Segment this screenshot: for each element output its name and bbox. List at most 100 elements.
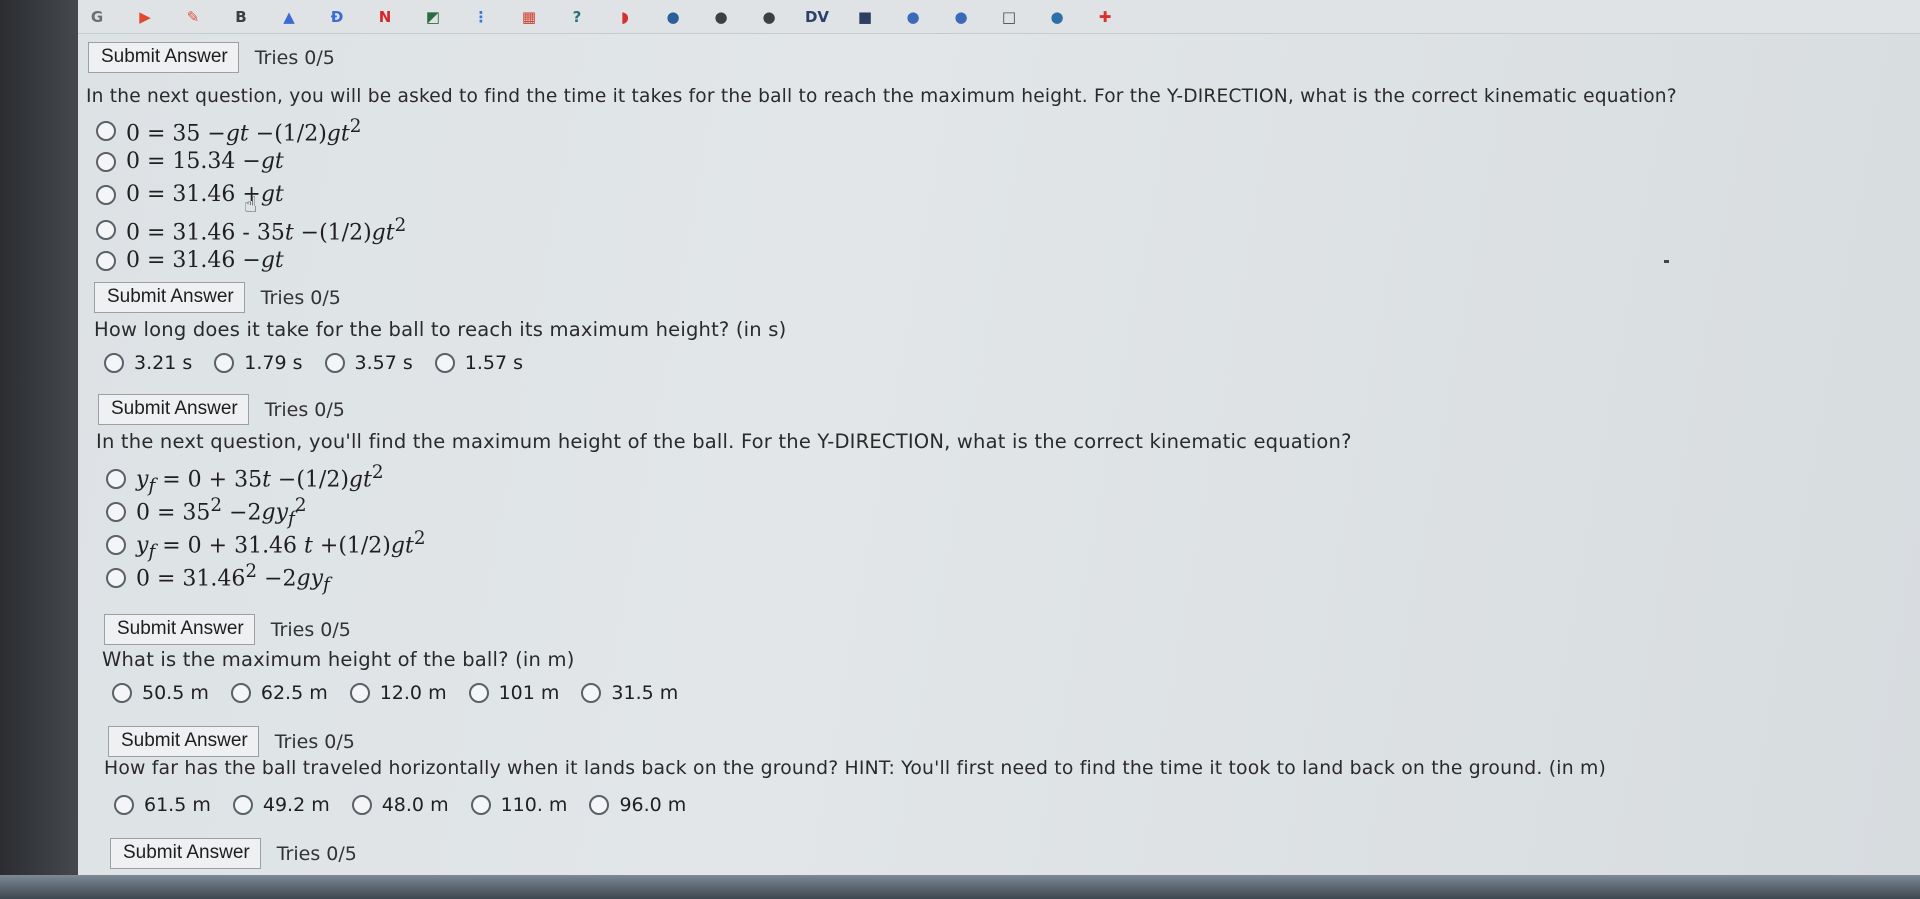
radio-button[interactable] bbox=[468, 683, 489, 703]
radio-button[interactable] bbox=[96, 250, 116, 271]
option-label: 1.57 s bbox=[464, 352, 523, 374]
radio-button[interactable] bbox=[106, 568, 126, 589]
option-label: 0 = 31.462 −2gyf bbox=[136, 561, 330, 596]
answer-option[interactable]: 1.79 s bbox=[214, 352, 303, 374]
radio-button[interactable] bbox=[214, 353, 235, 373]
option-label: 110. m bbox=[500, 794, 568, 816]
answer-option[interactable]: yf = 0 + 35t −(1/2)gt2 bbox=[106, 462, 384, 497]
bookmark-icon[interactable]: ● bbox=[948, 6, 974, 28]
answer-option[interactable]: 96.0 m bbox=[589, 794, 686, 816]
answer-option[interactable]: 61.5 m bbox=[114, 794, 211, 816]
answer-option[interactable]: 49.2 m bbox=[232, 794, 330, 816]
answer-option[interactable]: 50.5 m bbox=[112, 682, 209, 704]
radio-button[interactable] bbox=[96, 220, 116, 241]
radio-button[interactable] bbox=[351, 795, 372, 815]
bookmark-icon[interactable]: ✚ bbox=[1092, 6, 1118, 28]
bookmark-icon[interactable]: ? bbox=[564, 6, 590, 28]
answer-option[interactable]: 12.0 m bbox=[349, 682, 447, 704]
answer-option[interactable]: 0 = 15.34 −gt bbox=[96, 149, 284, 174]
radio-button[interactable] bbox=[232, 795, 253, 815]
answer-option[interactable]: 101 m bbox=[468, 682, 560, 704]
bookmarks-bar: G ▶ ✎ B ▲ Đ N ◩ ⋮ ▦? ◗ ● ● ● DV ■ ● ● □ ● ✚ bbox=[78, 0, 1920, 34]
answer-option[interactable]: 48.0 m bbox=[351, 794, 449, 816]
bookmark-icon[interactable]: ◩ bbox=[420, 6, 446, 28]
radio-button[interactable] bbox=[96, 151, 116, 172]
bookmark-icon[interactable]: ● bbox=[1044, 6, 1070, 28]
answer-option[interactable]: 0 = 352 −2gyf2 bbox=[106, 495, 307, 530]
answer-option[interactable]: 0 = 31.46 - 35t −(1/2)gt2 bbox=[96, 215, 406, 245]
answer-option[interactable]: 0 = 31.46 −gt bbox=[96, 248, 284, 273]
tries-counter: Tries 0/5 bbox=[260, 286, 341, 309]
radio-button[interactable] bbox=[434, 353, 455, 373]
question-4-text: What is the maximum height of the ball? … bbox=[102, 648, 575, 671]
answer-option[interactable]: yf = 0 + 31.46 t +(1/2)gt2 bbox=[106, 528, 426, 563]
radio-button[interactable] bbox=[106, 469, 126, 490]
problem-content: Submit Answer Tries 0/5 In the next ques… bbox=[78, 34, 1920, 875]
radio-button[interactable] bbox=[106, 535, 126, 556]
answer-option[interactable]: 62.5 m bbox=[230, 682, 328, 704]
bookmark-icon[interactable]: Đ bbox=[324, 6, 350, 28]
option-label: 49.2 m bbox=[262, 794, 330, 816]
bookmark-icon[interactable]: ● bbox=[708, 6, 734, 28]
answer-option[interactable]: 31.5 m bbox=[581, 682, 678, 704]
radio-button[interactable] bbox=[106, 502, 126, 523]
option-label: 31.5 m bbox=[611, 682, 679, 704]
option-label: 0 = 31.46 −gt bbox=[126, 248, 284, 273]
radio-button[interactable] bbox=[589, 795, 610, 815]
submit-row-3: Submit Answer Tries 0/5 bbox=[104, 614, 351, 645]
answer-option[interactable]: 0 = 35 −gt −(1/2)gt2 bbox=[96, 116, 361, 146]
tries-counter: Tries 0/5 bbox=[254, 46, 335, 69]
bookmark-icon[interactable]: □ bbox=[996, 6, 1022, 28]
radio-button[interactable] bbox=[114, 795, 134, 815]
radio-button[interactable] bbox=[96, 184, 116, 205]
submit-row-2: Submit Answer Tries 0/5 bbox=[98, 394, 345, 425]
answer-option[interactable]: 3.21 s bbox=[104, 352, 192, 374]
answer-option[interactable]: 3.57 s bbox=[324, 352, 413, 374]
submit-answer-button[interactable]: Submit Answer bbox=[88, 42, 239, 73]
option-label: 1.79 s bbox=[244, 352, 303, 374]
radio-button[interactable] bbox=[349, 683, 370, 703]
bookmark-icon[interactable]: ⋮ bbox=[468, 6, 494, 28]
question-1-text: In the next question, you will be asked … bbox=[86, 86, 1677, 107]
submit-answer-button[interactable]: Submit Answer bbox=[104, 614, 255, 645]
submit-answer-button[interactable]: Submit Answer bbox=[94, 282, 245, 313]
bookmark-icon[interactable]: ● bbox=[756, 6, 782, 28]
bookmark-icon[interactable]: ◗ bbox=[612, 6, 638, 28]
stray-mark bbox=[1664, 260, 1669, 263]
option-label: 101 m bbox=[498, 682, 560, 704]
radio-button[interactable] bbox=[324, 353, 345, 373]
question-5-options: 61.5 m 49.2 m 48.0 m 110. m 96.0 m bbox=[114, 794, 708, 816]
option-label: 0 = 35 −gt −(1/2)gt2 bbox=[126, 116, 362, 147]
answer-option[interactable]: 1.57 s bbox=[434, 352, 523, 374]
hand-cursor-icon: ☝ bbox=[244, 193, 258, 218]
radio-button[interactable] bbox=[581, 683, 602, 703]
submit-answer-button[interactable]: Submit Answer bbox=[110, 838, 261, 869]
bookmark-icon[interactable]: ✎ bbox=[180, 6, 206, 28]
browser-page: G ▶ ✎ B ▲ Đ N ◩ ⋮ ▦? ◗ ● ● ● DV ■ ● ● □ ● ✚ Submit Answer Tr… bbox=[78, 0, 1920, 875]
question-2-options: 3.21 s 1.79 s 3.57 s 1.57 s bbox=[104, 352, 545, 374]
radio-button[interactable] bbox=[112, 683, 132, 703]
radio-button[interactable] bbox=[230, 683, 251, 703]
bookmark-icon[interactable]: DV bbox=[804, 6, 830, 28]
tries-counter: Tries 0/5 bbox=[276, 842, 357, 865]
bookmark-icon[interactable]: B bbox=[228, 6, 254, 28]
submit-answer-button[interactable]: Submit Answer bbox=[108, 726, 259, 757]
option-label: 3.57 s bbox=[354, 352, 413, 374]
bookmark-icon[interactable]: ● bbox=[900, 6, 926, 28]
bookmark-icon[interactable]: ■ bbox=[852, 6, 878, 28]
radio-button[interactable] bbox=[96, 121, 116, 142]
bookmark-icon[interactable]: N bbox=[372, 6, 398, 28]
question-4-options: 50.5 m 62.5 m 12.0 m 101 m 31.5 m bbox=[112, 682, 700, 704]
submit-answer-button[interactable]: Submit Answer bbox=[98, 394, 249, 425]
option-label: 96.0 m bbox=[619, 794, 687, 816]
bookmark-icon[interactable]: G bbox=[84, 6, 110, 28]
bookmark-icon[interactable]: ▲ bbox=[276, 6, 302, 28]
bookmark-icon[interactable]: ▦ bbox=[516, 6, 542, 28]
bookmark-icon[interactable]: ● bbox=[660, 6, 686, 28]
bookmark-icon[interactable]: ▶ bbox=[132, 6, 158, 28]
radio-button[interactable] bbox=[470, 795, 491, 815]
radio-button[interactable] bbox=[104, 353, 124, 373]
option-label: yf = 0 + 31.46 t +(1/2)gt2 bbox=[136, 528, 426, 563]
answer-option[interactable]: 0 = 31.462 −2gyf bbox=[106, 561, 330, 596]
answer-option[interactable]: 110. m bbox=[470, 794, 568, 816]
